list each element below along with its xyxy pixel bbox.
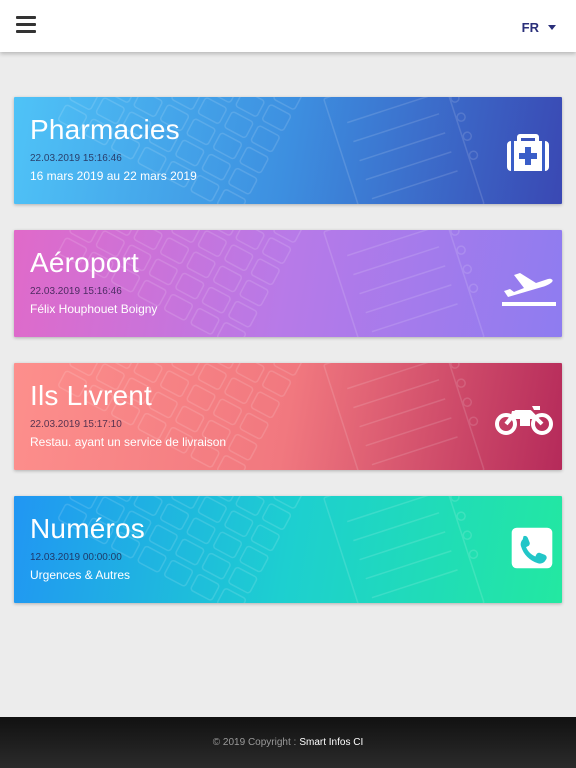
card-subtitle: 16 mars 2019 au 22 mars 2019 <box>30 169 197 183</box>
top-app-bar: FR <box>0 0 576 52</box>
card-subtitle: Restau. ayant un service de livraison <box>30 435 227 449</box>
airplane-takeoff-icon <box>502 273 556 306</box>
motorcycle-icon <box>495 406 553 435</box>
card-date: 22.03.2019 15:16:46 <box>30 153 122 164</box>
phone-icon <box>511 527 553 569</box>
footer: © 2019 Copyright : Smart Infos CI <box>0 717 576 768</box>
card-date: 12.03.2019 00:00:00 <box>30 552 122 563</box>
caret-down-icon <box>548 24 556 30</box>
card-subtitle: Urgences & Autres <box>30 568 131 582</box>
card-aeroport[interactable]: Aéroport 22.03.2019 15:16:46 Félix Houph… <box>14 230 562 337</box>
card-title: Pharmacies <box>30 114 180 145</box>
card-subtitle: Félix Houphouet Boigny <box>30 302 158 316</box>
card-date: 22.03.2019 15:17:10 <box>30 419 122 430</box>
language-label: FR <box>521 19 539 35</box>
copyright-text: © 2019 Copyright : <box>212 737 297 748</box>
language-selector[interactable]: FR <box>522 18 556 36</box>
card-pharmacies[interactable]: Pharmacies 22.03.2019 15:16:46 16 mars 2… <box>14 97 562 204</box>
medical-kit-icon <box>507 134 549 171</box>
card-date: 22.03.2019 15:16:46 <box>30 286 122 297</box>
hamburger-menu-icon[interactable] <box>16 16 40 38</box>
card-title: Numéros <box>30 513 145 544</box>
card-numeros[interactable]: Numéros 12.03.2019 00:00:00 Urgences & A… <box>14 496 562 603</box>
card-ils-livrent[interactable]: Ils Livrent 22.03.2019 15:17:10 Restau. … <box>14 363 562 470</box>
card-title: Aéroport <box>30 247 139 278</box>
brand-link[interactable]: Smart Infos CI <box>299 737 363 748</box>
card-title: Ils Livrent <box>30 380 153 411</box>
